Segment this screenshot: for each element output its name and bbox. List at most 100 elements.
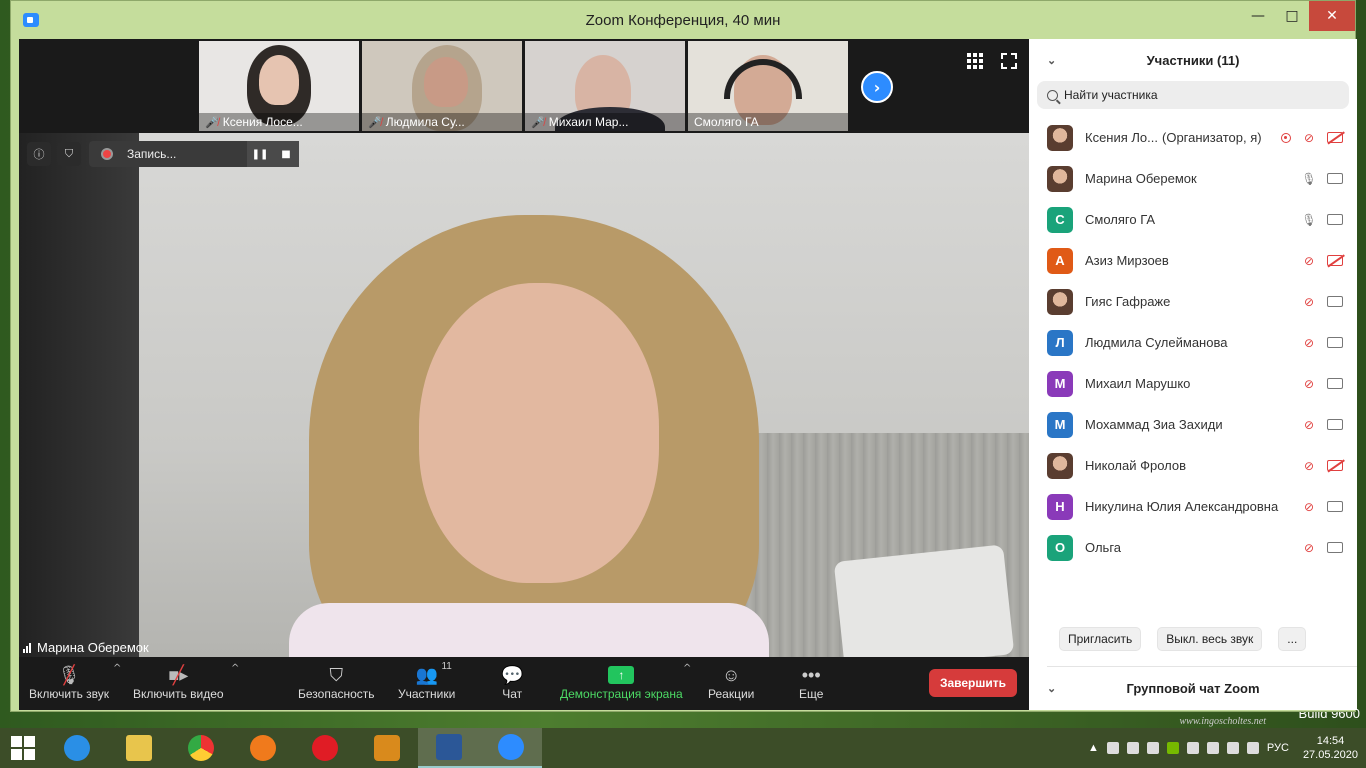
participant-row[interactable]: Н Никулина Юлия Александровна ⊘ <box>1029 486 1357 527</box>
ie-taskbar-icon[interactable] <box>46 728 108 768</box>
participant-row[interactable]: Л Людмила Сулейманова ⊘ <box>1029 322 1357 363</box>
participant-search-input[interactable]: Найти участника <box>1037 81 1349 109</box>
mic-off-icon[interactable]: ⊘ <box>1301 540 1317 556</box>
mic-off-icon[interactable]: ⊘ <box>1301 376 1317 392</box>
chrome-taskbar-icon[interactable] <box>170 728 232 768</box>
opera-taskbar-icon[interactable] <box>294 728 356 768</box>
camera-off-icon[interactable] <box>1327 132 1343 143</box>
tray-app-icon[interactable] <box>1146 742 1159 754</box>
maximize-button[interactable]: □ <box>1275 1 1309 31</box>
video-options-caret[interactable]: ^ <box>231 663 239 674</box>
thumbnail-video[interactable]: 🎤̸ Михаил Мар... <box>525 41 685 131</box>
participant-avatar: М <box>1047 411 1073 438</box>
volume-icon[interactable] <box>1246 742 1259 754</box>
thumbnail-strip: 🎤̸ Ксения Лосе... 🎤̸ Людмила Су... 🎤̸ Михаи… <box>19 39 1029 133</box>
pause-recording-button[interactable]: ❚❚ <box>247 141 273 167</box>
minimize-button[interactable]: — <box>1241 1 1275 31</box>
group-chat-header[interactable]: ⌄ Групповой чат Zoom <box>1029 669 1357 707</box>
clock[interactable]: 14:54 27.05.2020 <box>1303 734 1358 762</box>
thumbnail-video[interactable]: 🎤̸ Людмила Су... <box>362 41 522 131</box>
invite-button[interactable]: Пригласить <box>1059 627 1142 651</box>
participants-count: 11 <box>441 661 452 672</box>
archive-taskbar-icon[interactable] <box>356 728 418 768</box>
camera-off-icon[interactable] <box>1327 460 1343 471</box>
mic-off-icon[interactable]: ⊘ <box>1301 130 1317 146</box>
participant-avatar <box>1047 124 1073 151</box>
camera-icon[interactable] <box>1327 419 1343 430</box>
audio-options-caret[interactable]: ^ <box>113 663 121 674</box>
mute-all-button[interactable]: Выкл. весь звук <box>1157 627 1263 651</box>
mic-off-icon[interactable]: ⊘ <box>1301 458 1317 474</box>
participant-row[interactable]: С Смоляго ГА 🎙 <box>1029 199 1357 240</box>
more-options-button[interactable]: ... <box>1278 627 1307 651</box>
chat-button[interactable]: 💬 Чат <box>501 663 523 702</box>
participants-button[interactable]: 👥 11 Участники <box>398 661 455 701</box>
stop-recording-button[interactable]: ■ <box>273 141 299 167</box>
mic-off-icon[interactable]: ⊘ <box>1301 253 1317 269</box>
start-button[interactable] <box>0 728 46 768</box>
participant-row[interactable]: М Михаил Марушко ⊘ <box>1029 363 1357 404</box>
participant-row[interactable]: Гияс Гафраже ⊘ <box>1029 281 1357 322</box>
shield-icon: ⛉ <box>329 664 344 685</box>
zoom-taskbar-icon[interactable] <box>480 728 542 768</box>
camera-icon[interactable] <box>1327 337 1343 348</box>
share-screen-button[interactable]: ↑ Демонстрация экрана <box>560 663 683 701</box>
tray-app-icon[interactable] <box>1206 742 1219 754</box>
more-button[interactable]: ••• Еще <box>799 663 823 702</box>
next-page-button[interactable]: › <box>861 71 893 103</box>
mic-off-icon[interactable]: ⊘ <box>1301 294 1317 310</box>
participant-name: Михаил Марушко <box>1085 376 1190 391</box>
unmute-button[interactable]: 🎙 ╱ Включить звук <box>29 663 109 702</box>
word-taskbar-icon[interactable] <box>418 728 480 768</box>
close-button[interactable]: ✕ <box>1309 1 1355 31</box>
camera-icon[interactable] <box>1327 214 1343 225</box>
participant-row[interactable]: Ксения Ло... (Организатор, я) ⊘ <box>1029 117 1357 158</box>
info-icon[interactable]: ⓘ <box>27 142 51 166</box>
camera-icon[interactable] <box>1327 378 1343 389</box>
window-controls: — □ ✕ <box>1241 1 1355 31</box>
tray-expand-icon[interactable]: ▲ <box>1088 742 1099 754</box>
input-language[interactable]: РУС <box>1267 742 1289 754</box>
collapse-chevron-icon[interactable]: ⌄ <box>1047 54 1056 67</box>
mic-off-icon[interactable]: ⊘ <box>1301 417 1317 433</box>
nvidia-icon[interactable] <box>1166 742 1179 754</box>
gallery-view-icon[interactable] <box>967 53 983 69</box>
explorer-taskbar-icon[interactable] <box>108 728 170 768</box>
camera-icon[interactable] <box>1327 296 1343 307</box>
camera-icon[interactable] <box>1327 501 1343 512</box>
participant-row[interactable]: М Мохаммад Зиа Захиди ⊘ <box>1029 404 1357 445</box>
mic-off-icon[interactable]: ⊘ <box>1301 335 1317 351</box>
start-video-button[interactable]: ■▸ ╱ Включить видео <box>133 663 224 702</box>
security-button[interactable]: ⛉ Безопасность <box>298 663 375 702</box>
participant-row[interactable]: О Ольга ⊘ <box>1029 527 1357 568</box>
speaker-name-label: Марина Оберемок <box>23 640 149 655</box>
reactions-button[interactable]: ☺ Реакции <box>708 663 754 702</box>
participant-name: Ксения Ло... (Организатор, я) <box>1085 130 1262 145</box>
fullscreen-icon[interactable] <box>1000 52 1018 70</box>
flag-icon[interactable] <box>1186 742 1199 754</box>
participant-row[interactable]: А Азиз Мирзоев ⊘ <box>1029 240 1357 281</box>
thumbnail-video[interactable]: 🎤̸ Ксения Лосе... <box>199 41 359 131</box>
title-bar[interactable]: Zoom Конференция, 40 мин — □ ✕ <box>11 1 1355 39</box>
thumbnail-video[interactable]: Смоляго ГА <box>688 41 848 131</box>
network-icon[interactable] <box>1226 742 1239 754</box>
end-meeting-button[interactable]: Завершить <box>929 669 1017 697</box>
camera-off-icon: ■▸ ╱ <box>168 664 189 685</box>
mic-off-icon[interactable]: ⊘ <box>1301 499 1317 515</box>
mic-icon[interactable]: 🎙 <box>1301 212 1317 228</box>
shield-icon[interactable]: ⛉ <box>57 142 81 166</box>
tray-app-icon[interactable] <box>1126 742 1139 754</box>
tray-app-icon[interactable] <box>1106 742 1119 754</box>
camera-off-icon[interactable] <box>1327 255 1343 266</box>
participant-name: Смоляго ГА <box>1085 212 1155 227</box>
active-speaker-video: ⓘ ⛉ Запись... ❚❚ ■ Марина Оберемок <box>19 133 1029 657</box>
participant-row[interactable]: Николай Фролов ⊘ <box>1029 445 1357 486</box>
camera-icon[interactable] <box>1327 542 1343 553</box>
camera-icon[interactable] <box>1327 173 1343 184</box>
mic-icon[interactable]: 🎙 <box>1301 171 1317 187</box>
share-options-caret[interactable]: ^ <box>683 663 691 674</box>
participant-row[interactable]: Марина Оберемок 🎙 <box>1029 158 1357 199</box>
firefox-taskbar-icon[interactable] <box>232 728 294 768</box>
video-area: 🎤̸ Ксения Лосе... 🎤̸ Людмила Су... 🎤̸ Михаи… <box>19 39 1029 710</box>
expand-chevron-icon[interactable]: ⌄ <box>1047 682 1056 695</box>
